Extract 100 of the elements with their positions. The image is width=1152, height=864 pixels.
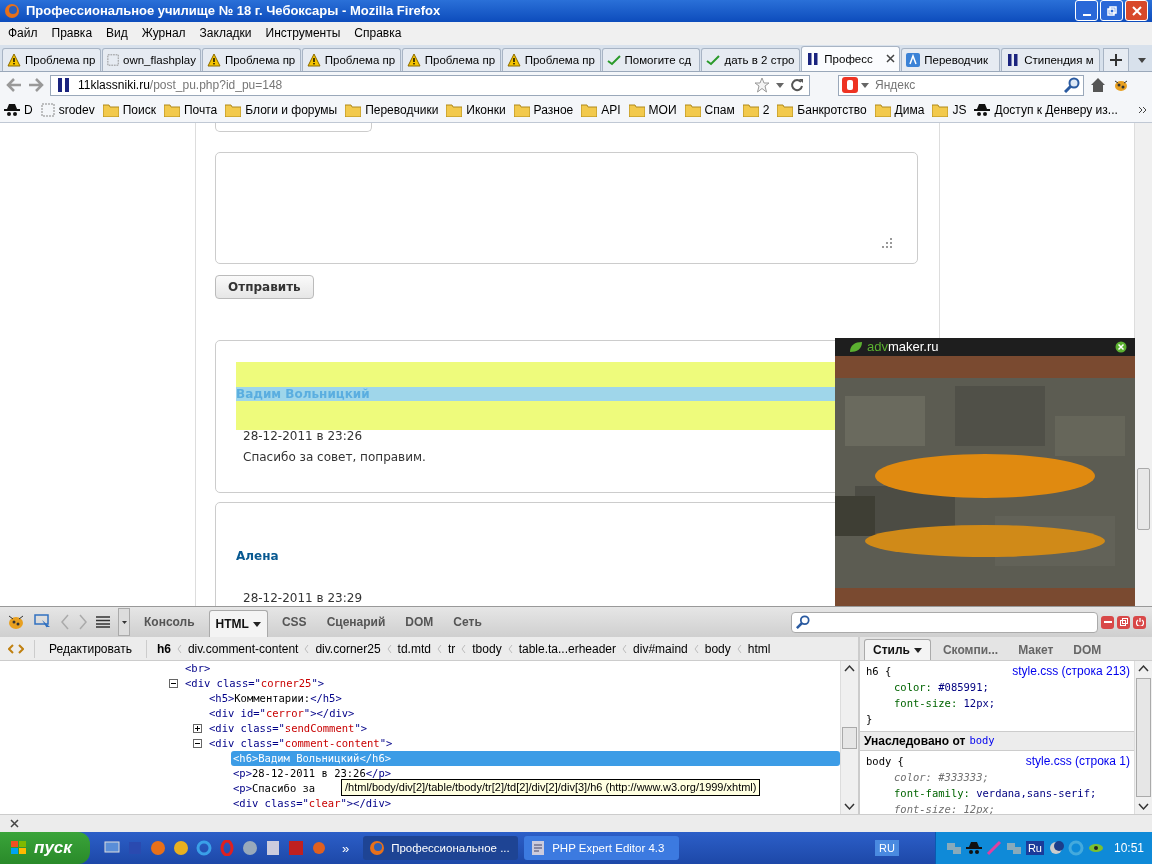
bookmark-item[interactable]: Разное [513,103,574,118]
markup-line[interactable]: <div class="sendComment"> [207,721,370,737]
app-icon[interactable] [310,840,327,856]
taskbar-button[interactable]: PHP Expert Editor 4.3 [524,836,680,860]
expand-icon[interactable] [193,724,202,734]
breadcrumb-item[interactable]: table.ta...erheader [518,641,617,656]
breadcrumb-item[interactable]: h6 [156,641,171,656]
search-icon[interactable] [1064,76,1080,93]
app-icon[interactable] [241,840,258,856]
browser-tab[interactable]: own_flashplay [101,47,201,71]
browser-tab[interactable]: Стипендия м [1001,47,1101,71]
dropdown-button[interactable] [118,608,130,637]
dropdown-icon[interactable] [861,82,869,88]
bookmark-item[interactable]: srodev [40,103,95,118]
scrollbar[interactable] [1134,661,1152,815]
bookmark-item[interactable]: D [4,103,33,118]
menu-item[interactable]: Журнал [135,24,194,43]
bookmark-item[interactable]: Иконки [446,103,506,118]
app-icon[interactable] [195,840,212,856]
scroll-thumb[interactable] [1137,467,1150,530]
side-tab[interactable]: Макет [1010,640,1062,661]
side-tab[interactable]: Скомпи... [934,640,1007,661]
markup-line[interactable]: <br> [183,661,213,677]
markup-line[interactable]: <h5>Комментарии:</h5> [207,691,344,707]
scroll-thumb[interactable] [842,726,857,749]
app-icon[interactable] [103,840,120,856]
close-icon[interactable] [1115,340,1127,353]
new-tab-button[interactable] [1103,47,1130,71]
input-field[interactable] [215,122,372,132]
breadcrumb-item[interactable]: div#maind [633,641,688,656]
browser-tab[interactable]: Помогите сд [601,47,701,71]
css-property[interactable]: color: #085991; [866,679,1130,696]
menu-item[interactable]: Файл [2,24,46,43]
scrollbar[interactable] [840,661,858,815]
menu-item[interactable]: Справка [348,24,410,43]
source-link[interactable]: style.css (строка 1) [1025,753,1130,770]
browser-tab[interactable]: дать в 2 стро [701,47,801,71]
bug-icon[interactable] [6,613,26,632]
css-property[interactable]: font-size: 12px; [866,695,1130,712]
browser-tab[interactable]: Проблема пр [501,47,601,71]
language-indicator[interactable]: Ru [1025,841,1044,855]
browser-tab[interactable]: Проблема пр [2,47,101,71]
bookmark-item[interactable]: Доступ к Денверу из... [974,103,1118,118]
dropdown-icon[interactable] [776,82,784,88]
panel-tab[interactable]: CSS [275,609,313,636]
bookmark-item[interactable]: Переводчики [345,103,439,118]
markup-line[interactable]: <p>Спасибо за [231,781,318,797]
scroll-thumb[interactable] [1136,678,1151,798]
browser-tab[interactable]: Переводчик [901,47,1001,71]
css-property[interactable]: color: #333333; [866,769,1130,786]
moon-icon[interactable] [1047,840,1064,856]
source-link[interactable]: style.css (строка 213) [1012,663,1130,680]
star-icon[interactable] [754,77,770,94]
reload-icon[interactable] [790,78,804,93]
breadcrumb-item[interactable]: tr [447,641,456,656]
forward-icon[interactable] [28,78,44,93]
taskbar-button[interactable]: Профессиональное ... [363,836,519,860]
back-icon[interactable] [6,78,22,93]
bookmark-item[interactable]: Блоги и форумы [225,103,338,118]
markup-line[interactable]: <div class="clear"></div> [231,796,394,812]
bookmark-item[interactable]: Спам [684,103,735,118]
bookmark-item[interactable]: API [581,103,621,118]
restore-button[interactable] [1100,0,1123,22]
menu-item[interactable]: Закладки [193,24,260,43]
menu-item[interactable]: Вид [100,24,136,43]
language-indicator[interactable]: RU [875,840,899,856]
detach-button[interactable] [1117,615,1130,629]
panel-tab[interactable]: HTML [208,610,268,638]
browser-tab[interactable]: Професс [801,45,901,71]
send-button[interactable]: Отправить [215,274,314,299]
markup-line[interactable]: <p>28-12-2011 в 23:26</p> [231,766,394,782]
menu-item[interactable]: Инструменты [259,24,349,43]
overflow-chevron[interactable]: » [341,840,350,856]
start-button[interactable]: пуск [0,832,90,864]
chevron-icon[interactable] [1138,106,1148,115]
panel-tab[interactable]: Консоль [138,609,201,636]
bookmark-item[interactable]: Банкротство [777,103,867,118]
resize-grip-icon[interactable] [882,237,892,248]
comment-field[interactable] [215,151,918,264]
panel-tab[interactable]: DOM [399,609,440,636]
breadcrumb-item[interactable]: div.comment-content [187,641,299,656]
code-icon[interactable] [8,641,24,656]
breadcrumb-item[interactable]: html [747,641,771,656]
scrollbar[interactable] [1134,122,1152,607]
menu-item[interactable]: Правка [45,24,101,43]
collapse-icon[interactable] [169,679,178,689]
close-button[interactable] [1125,0,1148,22]
search-field[interactable] [791,611,1098,633]
side-tab[interactable]: Стиль [864,639,931,661]
app-icon[interactable] [172,840,189,856]
browser-tab[interactable]: Проблема пр [401,47,501,71]
browser-tab[interactable]: Проблема пр [301,47,401,71]
minimize-button[interactable] [1075,0,1098,22]
close-icon[interactable] [10,819,19,828]
tab-list-icon[interactable] [1138,57,1146,63]
bookmark-item[interactable]: JS [932,103,967,118]
home-icon[interactable] [1090,77,1106,94]
app-icon[interactable] [264,840,281,856]
menu-icon[interactable] [96,616,110,629]
breadcrumb-item[interactable]: td.mtd [397,641,431,656]
